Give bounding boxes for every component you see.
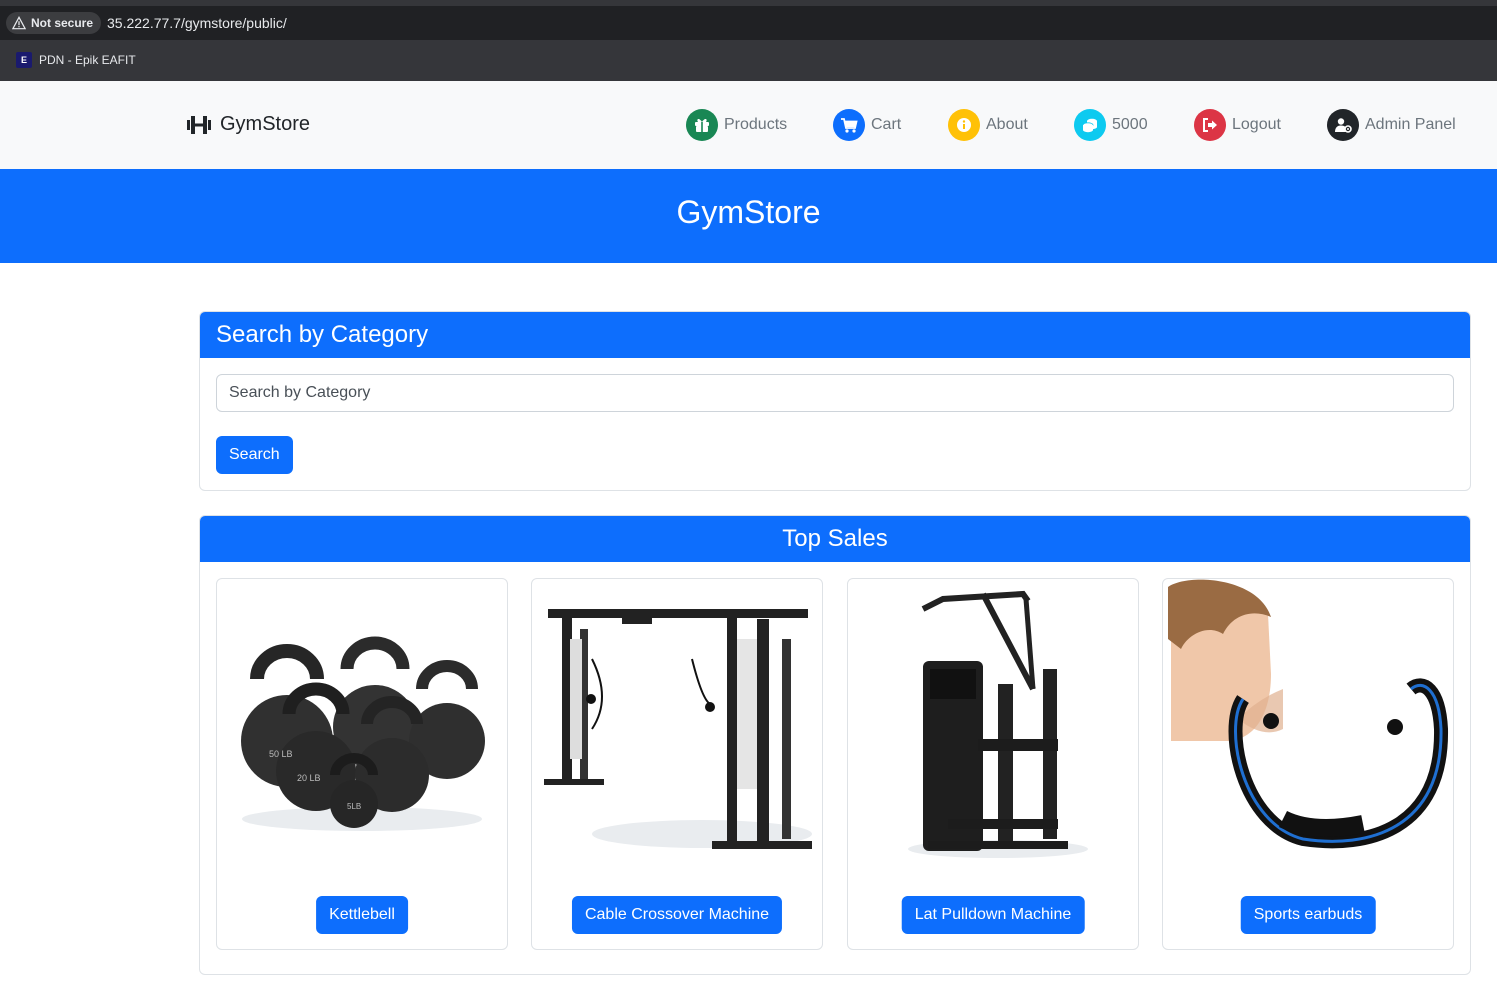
dumbbell-icon — [187, 115, 211, 134]
info-icon — [948, 109, 980, 141]
hero-title: GymStore — [676, 194, 821, 230]
warning-icon — [12, 16, 26, 30]
search-button[interactable]: Search — [216, 436, 293, 474]
brand-link[interactable]: GymStore — [186, 113, 310, 136]
svg-text:20 LB: 20 LB — [297, 773, 321, 783]
top-sales-card: Top Sales 50 LB 20 LB 5LB Kettlebell Cab… — [199, 515, 1471, 975]
product-card: Sports earbuds — [1162, 578, 1454, 950]
nav-cart-label: Cart — [871, 116, 902, 133]
bookmark-label: PDN - Epik EAFIT — [39, 53, 136, 67]
nav-cart[interactable]: Cart — [833, 107, 901, 143]
nav-about[interactable]: About — [948, 107, 1028, 143]
svg-text:5LB: 5LB — [347, 802, 361, 811]
url-text[interactable]: 35.222.77.7/gymstore/public/ — [107, 15, 287, 31]
browser-address-bar: Not secure 35.222.77.7/gymstore/public/ — [0, 0, 1497, 40]
product-button-lat-pulldown[interactable]: Lat Pulldown Machine — [901, 896, 1085, 934]
product-card: Lat Pulldown Machine — [847, 578, 1139, 950]
earbuds-image — [1168, 579, 1449, 849]
product-button-kettlebell[interactable]: Kettlebell — [316, 896, 408, 934]
gift-icon — [686, 109, 718, 141]
bookmarks-bar: E PDN - Epik EAFIT — [0, 40, 1497, 81]
nav-about-label: About — [986, 116, 1028, 133]
nav-admin-panel[interactable]: Admin Panel — [1327, 107, 1456, 143]
nav-logout[interactable]: Logout — [1194, 107, 1281, 143]
nav-logout-label: Logout — [1232, 116, 1281, 133]
coins-icon — [1074, 109, 1106, 141]
nav-products[interactable]: Products — [686, 107, 787, 143]
navbar: GymStore Products Cart About 5000 Logout — [0, 81, 1497, 169]
product-card: 50 LB 20 LB 5LB Kettlebell — [216, 578, 508, 950]
kettlebell-image: 50 LB 20 LB 5LB — [241, 636, 485, 831]
security-indicator[interactable]: Not secure — [6, 12, 102, 34]
svg-text:50 LB: 50 LB — [269, 749, 293, 759]
security-label: Not secure — [31, 16, 94, 30]
nav-products-label: Products — [724, 116, 788, 133]
cable-crossover-image — [544, 609, 812, 849]
search-card: Search by Category Search — [199, 311, 1471, 491]
logout-icon — [1194, 109, 1226, 141]
product-button-sports-earbuds[interactable]: Sports earbuds — [1240, 896, 1376, 934]
nav-admin-panel-label: Admin Panel — [1365, 116, 1456, 133]
user-gear-icon — [1327, 109, 1359, 141]
hero-banner: GymStore — [0, 169, 1497, 263]
brand-label: GymStore — [220, 113, 311, 135]
product-card: Cable Crossover Machine — [531, 578, 823, 950]
bookmark-item[interactable]: E PDN - Epik EAFIT — [16, 52, 136, 68]
product-button-cable-crossover[interactable]: Cable Crossover Machine — [571, 896, 783, 934]
nav-balance[interactable]: 5000 — [1074, 107, 1148, 143]
search-card-header: Search by Category — [200, 312, 1470, 358]
cart-icon — [833, 109, 865, 141]
search-input[interactable] — [216, 374, 1454, 412]
lat-pulldown-image — [908, 590, 1088, 858]
top-sales-header: Top Sales — [200, 516, 1470, 562]
bookmark-favicon: E — [16, 52, 32, 68]
nav-balance-label: 5000 — [1112, 116, 1148, 133]
